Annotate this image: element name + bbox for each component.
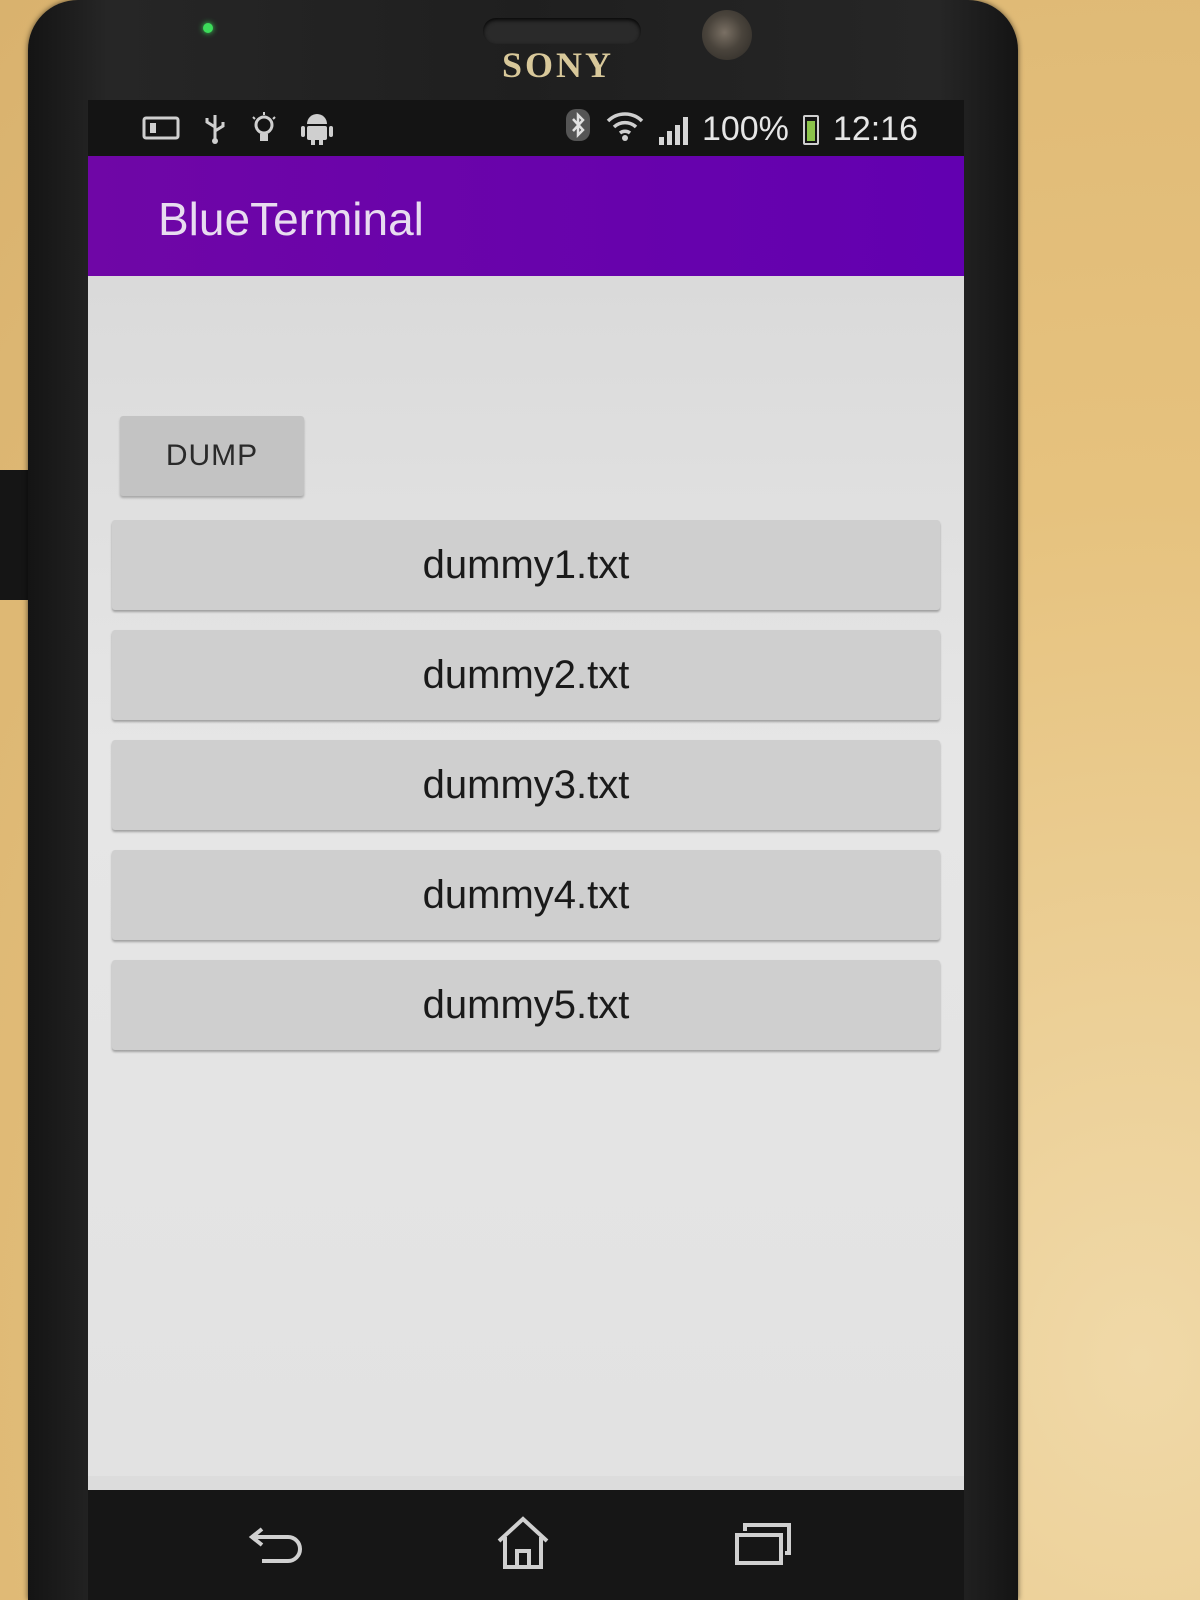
battery-percentage: 100% bbox=[701, 110, 789, 148]
status-right-icons: 100% 12:16 bbox=[565, 108, 918, 151]
android-icon bbox=[300, 110, 334, 154]
file-button-dummy3[interactable]: dummy3.txt bbox=[112, 740, 940, 830]
battery-icon bbox=[802, 114, 819, 145]
home-icon[interactable] bbox=[488, 1508, 558, 1578]
screenshot-icon bbox=[142, 115, 180, 149]
status-left-icons bbox=[142, 110, 334, 154]
notification-led bbox=[203, 23, 213, 33]
file-button-dummy4[interactable]: dummy4.txt bbox=[112, 850, 940, 940]
bluetooth-icon bbox=[565, 108, 591, 151]
lightbulb-icon bbox=[250, 111, 278, 153]
clock: 12:16 bbox=[832, 110, 918, 148]
main-content: DUMP dummy1.txt dummy2.txt dummy3.txt du… bbox=[88, 276, 964, 1476]
phone-screen: 100% 12:16 BlueTerminal DUMP dummy1.txt … bbox=[88, 100, 964, 1490]
front-camera bbox=[702, 10, 752, 60]
brand-logo: SONY bbox=[501, 45, 615, 85]
status-bar: 100% 12:16 bbox=[88, 100, 964, 156]
signal-icon bbox=[658, 115, 688, 145]
file-list: dummy1.txt dummy2.txt dummy3.txt dummy4.… bbox=[112, 520, 940, 1070]
navigation-bar bbox=[88, 1490, 964, 1600]
file-button-dummy5[interactable]: dummy5.txt bbox=[112, 960, 940, 1050]
dump-button[interactable]: DUMP bbox=[120, 416, 304, 496]
recents-icon[interactable] bbox=[728, 1508, 798, 1578]
back-icon[interactable] bbox=[243, 1508, 313, 1578]
app-bar: BlueTerminal bbox=[88, 156, 964, 276]
usb-icon bbox=[202, 111, 228, 153]
file-button-dummy2[interactable]: dummy2.txt bbox=[112, 630, 940, 720]
app-title: BlueTerminal bbox=[158, 193, 424, 245]
file-button-dummy1[interactable]: dummy1.txt bbox=[112, 520, 940, 610]
wifi-icon bbox=[605, 109, 645, 150]
earpiece-speaker bbox=[483, 18, 641, 44]
